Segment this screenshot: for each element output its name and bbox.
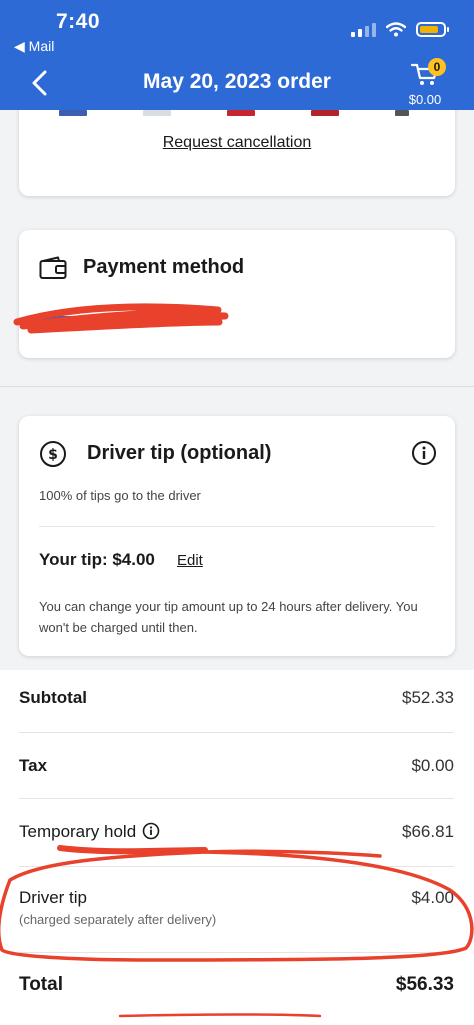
dollar-icon: $ (40, 441, 66, 467)
divider (19, 732, 454, 733)
driver-tip-value: $4.00 (411, 888, 454, 907)
divider (19, 952, 454, 953)
signal-icon (351, 22, 376, 37)
tax-label: Tax (19, 756, 48, 775)
scroll-content[interactable]: Request cancellation Payment method $ Dr… (0, 110, 474, 1025)
item-thumbnail[interactable] (227, 110, 255, 116)
status-bar: 7:40 ◀ Mail (0, 0, 474, 58)
item-thumbnail[interactable] (59, 110, 87, 116)
battery-icon (416, 22, 449, 37)
item-thumbnails (59, 110, 409, 116)
item-thumbnail[interactable] (395, 110, 409, 116)
request-cancellation-link[interactable]: Request cancellation (19, 134, 455, 152)
wallet-icon (39, 256, 67, 279)
divider (19, 866, 454, 867)
cart-count-badge: 0 (428, 58, 446, 76)
tax-value: $0.00 (411, 756, 454, 775)
svg-text:$: $ (48, 447, 58, 463)
temporary-hold-value: $66.81 (402, 822, 454, 841)
redaction-scribble (13, 303, 229, 334)
item-thumbnail[interactable] (311, 110, 339, 116)
item-thumbnail[interactable] (143, 110, 171, 116)
wifi-icon (386, 22, 406, 37)
section-divider (0, 386, 474, 387)
cart-button[interactable]: 0 $0.00 (400, 58, 450, 110)
driver-tip-label: Driver tip (19, 888, 88, 907)
tip-help-text: You can change your tip amount up to 24 … (39, 599, 418, 635)
temporary-hold-label-wrap: Temporary hold (19, 822, 160, 842)
cart-total: $0.00 (408, 92, 442, 107)
divider (39, 526, 435, 527)
subtotal-label: Subtotal (19, 688, 87, 707)
edit-tip-link[interactable]: Edit (177, 552, 203, 569)
driver-tip-card: $ Driver tip (optional) 100% of tips go … (19, 416, 455, 656)
status-time: 7:40 (56, 10, 101, 33)
order-items-card: Request cancellation (19, 110, 455, 196)
your-tip-amount: Your tip: $4.00 (39, 550, 155, 569)
order-summary: Subtotal $52.33 Tax $0.00 Temporary hold… (0, 670, 474, 1025)
driver-tip-subtext: (charged separately after delivery) (19, 912, 217, 927)
total-label: Total (19, 974, 63, 995)
info-icon[interactable] (142, 822, 160, 840)
divider (19, 798, 454, 799)
payment-method-card: Payment method (13, 230, 455, 358)
request-cancellation-label[interactable]: Request cancellation (163, 134, 312, 151)
status-icons (351, 22, 449, 37)
subtotal-value: $52.33 (402, 688, 454, 707)
driver-tip-title: Driver tip (optional) (87, 442, 272, 464)
temporary-hold-label: Temporary hold (19, 822, 137, 841)
app-header: May 20, 2023 order 0 $0.00 (0, 58, 474, 110)
back-to-mail-link[interactable]: ◀ Mail (14, 38, 54, 55)
payment-method-title: Payment method (83, 256, 245, 278)
total-value: $56.33 (395, 974, 454, 995)
info-icon[interactable] (411, 440, 437, 466)
tip-note: 100% of tips go to the driver (39, 488, 201, 503)
